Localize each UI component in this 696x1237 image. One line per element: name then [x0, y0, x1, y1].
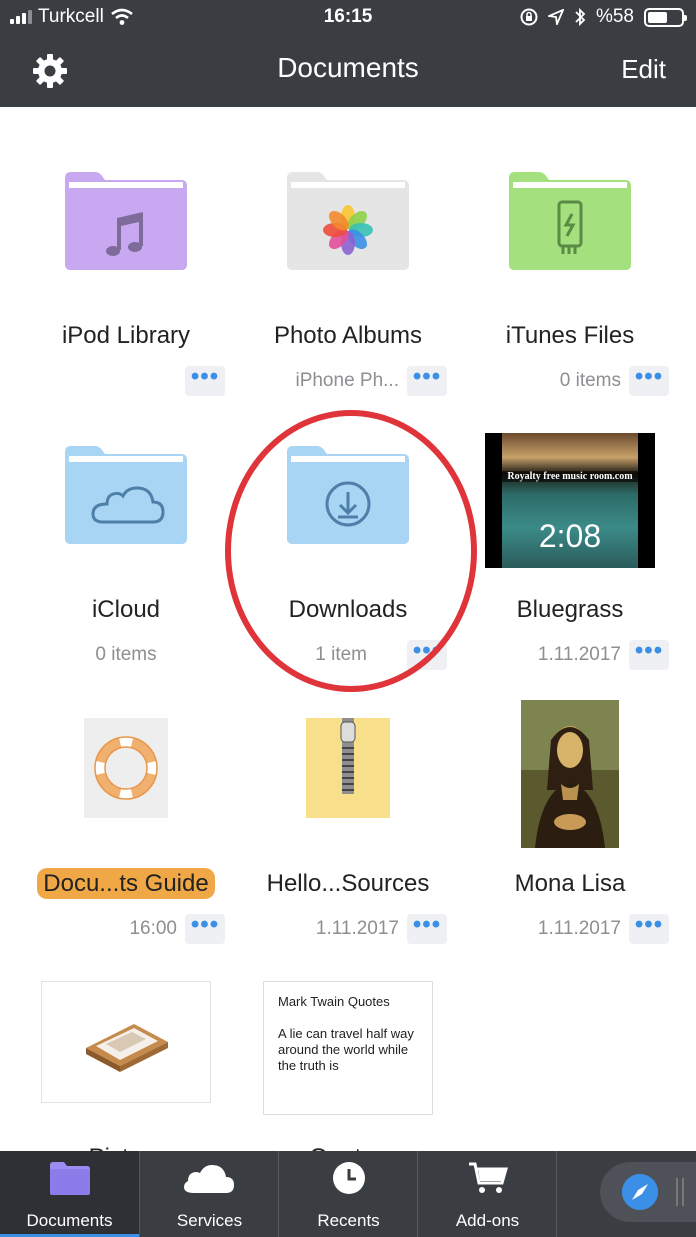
more-options-button[interactable]: ••• — [185, 913, 225, 944]
tab-label: Documents — [26, 1211, 113, 1230]
item-name: Bluegrass — [516, 596, 624, 623]
lifebuoy-thumbnail — [84, 718, 168, 818]
item-subtitle: iPhone Ph... — [295, 370, 399, 391]
bluetooth-icon — [575, 7, 586, 27]
item-subtitle: 16:00 — [129, 918, 177, 939]
item-name: iTunes Files — [505, 322, 635, 349]
item-name-label: Docu...ts Guide — [37, 868, 215, 899]
orientation-lock-icon — [520, 8, 538, 26]
edit-button[interactable]: Edit — [621, 54, 666, 85]
item-name: Hello...Sources — [266, 870, 430, 897]
doc-body: A lie can travel half way around the wor… — [278, 1026, 414, 1073]
file-item-mona-lisa[interactable]: Mona Lisa 1.11.2017 ••• — [459, 678, 681, 948]
top-bar: Turkcell 16:15 %58 Documents Edit — [0, 0, 696, 107]
more-options-button[interactable]: ••• — [629, 365, 669, 396]
item-name: Docu...ts Guide — [15, 868, 237, 899]
tab-documents[interactable]: Documents — [0, 1151, 139, 1237]
tab-bar: Documents Services Recents Add-ons — [0, 1151, 696, 1237]
picture-tray-icon — [86, 1024, 168, 1072]
folder-icon — [49, 1162, 90, 1195]
status-bar: Turkcell 16:15 %58 — [0, 0, 696, 36]
drag-grip-icon — [676, 1178, 684, 1206]
zip-icon — [340, 718, 356, 794]
tab-recents[interactable]: Recents — [279, 1151, 418, 1237]
icloud-folder-icon — [65, 446, 187, 544]
file-item-documents-guide[interactable]: Docu...ts Guide 16:00 ••• — [15, 678, 237, 948]
file-item-icloud[interactable]: iCloud 0 items — [15, 404, 237, 674]
location-icon — [547, 9, 564, 25]
tab-divider — [556, 1151, 557, 1237]
tab-label: Recents — [317, 1211, 380, 1230]
battery-percent: %58 — [595, 6, 634, 27]
lifebuoy-icon — [94, 736, 158, 800]
cart-icon — [468, 1162, 508, 1193]
zip-thumbnail — [306, 718, 390, 818]
item-subtitle: 1.11.2017 — [315, 918, 399, 939]
file-item-itunes-files[interactable]: iTunes Files 0 items ••• — [459, 130, 681, 400]
item-subtitle: 0 items — [95, 644, 157, 665]
video-duration: 2:08 — [538, 517, 602, 554]
text-doc-thumbnail: Mark Twain Quotes A lie can travel half … — [263, 981, 433, 1115]
photos-folder-icon — [287, 172, 409, 270]
more-options-button[interactable]: ••• — [407, 913, 447, 944]
more-options-button[interactable]: ••• — [185, 365, 225, 396]
browser-handle[interactable] — [600, 1162, 696, 1222]
file-item-bluegrass[interactable]: Royalty free music room.com 2:08 Bluegra… — [459, 404, 681, 674]
tab-add-ons[interactable]: Add-ons — [418, 1151, 557, 1237]
picture-thumbnail — [41, 981, 211, 1103]
item-name: Mona Lisa — [514, 870, 626, 897]
page-title: Documents — [277, 52, 419, 83]
itunes-folder-icon — [509, 172, 631, 270]
item-subtitle: 1.11.2017 — [537, 644, 621, 665]
more-options-button[interactable]: ••• — [629, 639, 669, 670]
video-caption: Royalty free music room.com — [502, 470, 638, 482]
tab-services[interactable]: Services — [140, 1151, 279, 1237]
cloud-icon — [183, 1165, 234, 1193]
item-subtitle: 1.11.2017 — [537, 918, 621, 939]
clock-icon — [332, 1162, 365, 1194]
file-item-photo-albums[interactable]: Photo Albums iPhone Ph... ••• — [237, 130, 459, 400]
item-subtitle: 0 items — [559, 370, 621, 391]
music-folder-icon — [65, 172, 187, 270]
tab-label: Services — [176, 1211, 243, 1230]
more-options-button[interactable]: ••• — [407, 365, 447, 396]
video-thumbnail: Royalty free music room.com 2:08 — [485, 432, 655, 568]
battery-icon — [644, 7, 687, 27]
file-item-ipod-library[interactable]: iPod Library ••• — [15, 130, 237, 400]
item-name: iCloud — [91, 596, 161, 623]
painting-thumbnail — [521, 700, 619, 848]
item-name: iPod Library — [61, 322, 191, 349]
tab-label: Add-ons — [455, 1211, 520, 1230]
file-item-hello-sources[interactable]: Hello...Sources 1.11.2017 ••• — [237, 678, 459, 948]
highlight-circle — [225, 410, 477, 692]
compass-icon — [622, 1174, 658, 1210]
doc-title: Mark Twain Quotes — [278, 994, 390, 1009]
item-name: Photo Albums — [273, 322, 423, 349]
more-options-button[interactable]: ••• — [629, 913, 669, 944]
